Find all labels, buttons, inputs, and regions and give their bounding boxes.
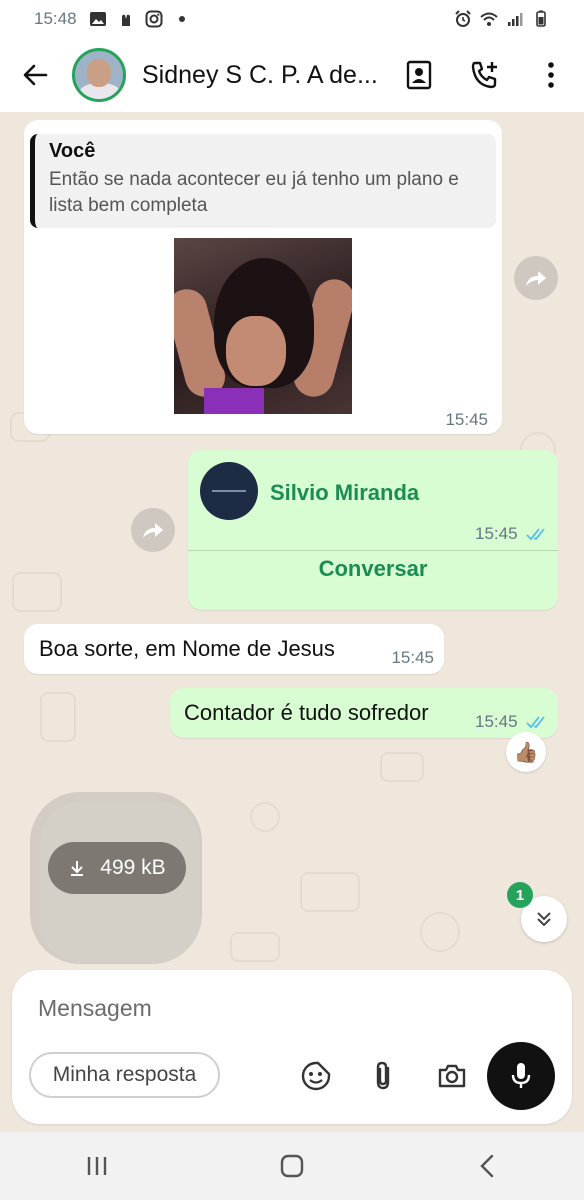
- contact-card-icon: [406, 60, 432, 90]
- hands-icon: [121, 14, 130, 26]
- camera-button[interactable]: [432, 1056, 472, 1096]
- forward-icon: [526, 271, 546, 286]
- attach-button[interactable]: [364, 1056, 404, 1096]
- forward-button[interactable]: [131, 508, 175, 552]
- message-text: Contador é tudo sofredor: [184, 700, 429, 725]
- sticker-icon: [301, 1061, 331, 1091]
- reaction-badge[interactable]: 👍🏽: [506, 732, 546, 772]
- conversar-button[interactable]: Conversar: [188, 556, 558, 582]
- back-button[interactable]: [0, 38, 70, 112]
- recent-apps-icon: [88, 1157, 107, 1175]
- quote-text: Então se nada acontecer eu já tenho um p…: [49, 169, 459, 216]
- gif-thumbnail[interactable]: [174, 238, 352, 414]
- quote-author: Você: [49, 140, 96, 162]
- message-time: 15:45: [475, 712, 518, 731]
- dot-icon: [178, 16, 185, 22]
- download-icon: [71, 861, 84, 876]
- microphone-icon: [511, 1063, 531, 1088]
- system-back-button[interactable]: [447, 1136, 527, 1196]
- paperclip-icon: [376, 1061, 390, 1090]
- message-text: Boa sorte, em Nome de Jesus: [39, 636, 335, 661]
- message-text-in[interactable]: Boa sorte, em Nome de Jesus 15:45: [24, 624, 444, 674]
- unread-count-badge: 1: [507, 882, 533, 908]
- signal-icon: [508, 13, 523, 26]
- chat-area[interactable]: Você Então se nada acontecer eu já tenho…: [0, 112, 584, 972]
- message-image-reply[interactable]: Você Então se nada acontecer eu já tenho…: [24, 120, 502, 434]
- quick-reply-chip[interactable]: Minha resposta: [29, 1052, 220, 1098]
- message-contact-card[interactable]: Silvio Miranda 15:45 Conversar: [188, 450, 558, 610]
- shared-contact-avatar: [200, 462, 258, 520]
- message-composer: Minha resposta: [12, 970, 572, 1124]
- status-bar: 15:48: [0, 0, 584, 38]
- contact-card-button[interactable]: [386, 38, 452, 112]
- thumbs-up-emoji: 👍🏽: [513, 741, 539, 764]
- gallery-icon: [89, 12, 106, 26]
- voice-record-button[interactable]: [487, 1042, 555, 1110]
- home-button[interactable]: [252, 1136, 332, 1196]
- battery-icon: [536, 10, 546, 27]
- read-ticks-icon: [526, 716, 545, 729]
- reply-quote[interactable]: Você Então se nada acontecer eu já tenho…: [30, 134, 496, 228]
- recent-apps-button[interactable]: [57, 1136, 137, 1196]
- message-text-out[interactable]: Contador é tudo sofredor 15:45: [170, 688, 558, 738]
- forward-button[interactable]: [514, 256, 558, 300]
- contact-name[interactable]: Sidney S C. P. A de...: [142, 61, 382, 90]
- read-ticks-icon: [526, 528, 545, 541]
- message-time: 15:45: [445, 410, 488, 429]
- add-call-icon: [471, 61, 497, 89]
- double-chevron-down-icon: [537, 912, 551, 927]
- forward-icon: [143, 523, 163, 538]
- contact-avatar[interactable]: [72, 48, 126, 102]
- home-icon: [280, 1154, 304, 1178]
- chevron-left-icon: [479, 1154, 493, 1178]
- download-button[interactable]: 499 kB: [48, 842, 186, 894]
- file-size: 499 kB: [100, 856, 166, 879]
- back-arrow-icon: [23, 64, 48, 86]
- chat-header: Sidney S C. P. A de...: [0, 38, 584, 112]
- shared-contact-name[interactable]: Silvio Miranda: [270, 480, 419, 506]
- more-options-button[interactable]: [518, 38, 584, 112]
- camera-icon: [438, 1064, 466, 1088]
- message-time: 15:45: [475, 524, 518, 543]
- status-time: 15:48: [34, 9, 77, 28]
- add-call-button[interactable]: [452, 38, 518, 112]
- wifi-icon: [480, 12, 498, 26]
- alarm-icon: [455, 10, 471, 27]
- instagram-icon: [145, 10, 163, 28]
- system-navigation-bar: [0, 1132, 584, 1200]
- sticker-button[interactable]: [296, 1056, 336, 1096]
- message-time: 15:45: [391, 648, 434, 667]
- more-options-icon: [548, 62, 554, 88]
- message-input[interactable]: [38, 988, 438, 1028]
